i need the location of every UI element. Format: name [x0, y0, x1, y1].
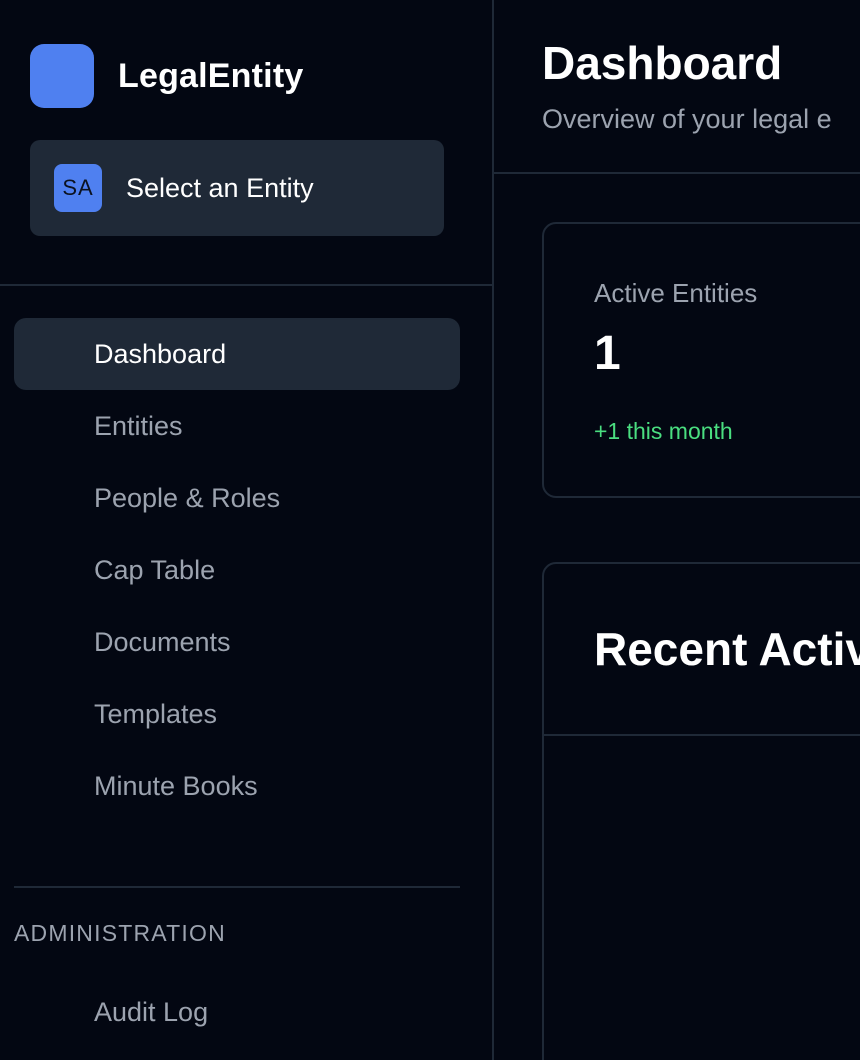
recent-activity-title: Recent Activ [594, 623, 860, 675]
sidebar-item-label: Audit Log [94, 996, 209, 1027]
nav-divider [14, 886, 460, 888]
entity-avatar: SA [54, 164, 102, 212]
stat-change: +1 this month [594, 418, 733, 444]
brand-name: LegalEntity [118, 56, 304, 95]
sidebar-item-minute-books[interactable]: Minute Books [14, 750, 460, 822]
sidebar-divider [0, 284, 492, 286]
sidebar-item-templates[interactable]: Templates [14, 678, 460, 750]
brand-logo [30, 44, 94, 108]
sidebar-item-label: Documents [94, 626, 231, 657]
page-header: Dashboard Overview of your legal e [494, 0, 860, 174]
brand[interactable]: LegalEntity [30, 44, 303, 108]
page-title: Dashboard [542, 37, 783, 89]
sidebar-item-label: People & Roles [94, 482, 281, 513]
recent-activity-card: Recent Activ [542, 562, 860, 1060]
stat-value: 1 [594, 327, 621, 380]
sidebar: LegalEntity SA Select an Entity Dashboar… [0, 0, 494, 1060]
sidebar-item-cap-table[interactable]: Cap Table [14, 534, 460, 606]
entity-selector-label: Select an Entity [126, 172, 314, 203]
activity-divider [544, 734, 860, 736]
sidebar-item-label: Entities [94, 410, 183, 441]
main-nav: Dashboard Entities People & Roles Cap Ta… [14, 318, 460, 822]
entity-selector[interactable]: SA Select an Entity [30, 140, 444, 236]
sidebar-item-people-roles[interactable]: People & Roles [14, 462, 460, 534]
page-subtitle: Overview of your legal e [542, 104, 832, 134]
main-content: Dashboard Overview of your legal e Activ… [494, 0, 860, 1060]
sidebar-item-label: Cap Table [94, 554, 216, 585]
sidebar-item-audit-log[interactable]: Audit Log [14, 976, 460, 1048]
sidebar-item-label: Dashboard [94, 338, 227, 369]
sidebar-item-label: Minute Books [94, 770, 258, 801]
app-window: LegalEntity SA Select an Entity Dashboar… [0, 0, 860, 1060]
admin-nav: Audit Log [14, 976, 460, 1048]
sidebar-item-label: Templates [94, 698, 218, 729]
stat-label: Active Entities [594, 278, 758, 308]
admin-section-label: ADMINISTRATION [14, 920, 226, 946]
sidebar-item-entities[interactable]: Entities [14, 390, 460, 462]
sidebar-item-dashboard[interactable]: Dashboard [14, 318, 460, 390]
sidebar-item-documents[interactable]: Documents [14, 606, 460, 678]
stat-card-active-entities: Active Entities 1 +1 this month [542, 222, 860, 498]
